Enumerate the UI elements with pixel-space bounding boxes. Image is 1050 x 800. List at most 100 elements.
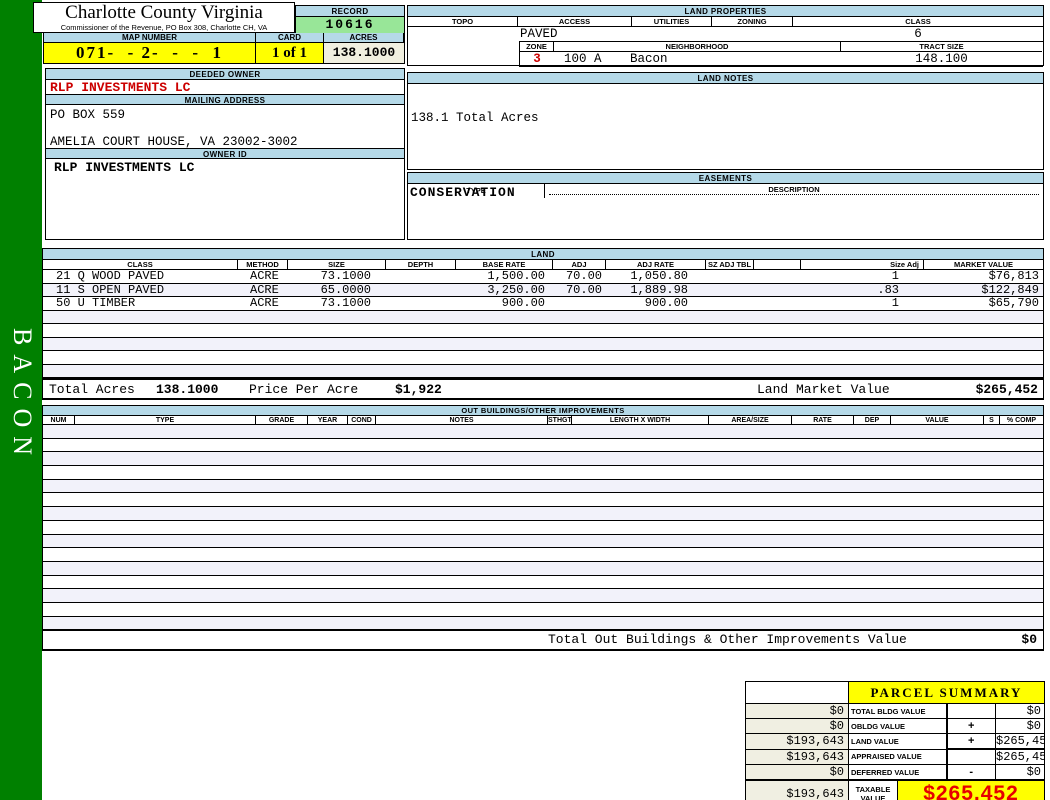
- ob-total-label: Total Out Buildings & Other Improvements…: [548, 631, 907, 649]
- land-empty-row: [43, 351, 1043, 365]
- land-properties-header: LAND PROPERTIES: [408, 6, 1043, 17]
- easements-header: EASEMENTS: [408, 173, 1043, 184]
- utilities-header: UTILITIES: [632, 17, 712, 27]
- land-row-1: 21 Q WOOD PAVED ACRE 73.1000 1,500.00 70…: [43, 270, 1043, 284]
- ps-operator: +: [947, 734, 996, 750]
- land-cell-base-rate: 900.00: [456, 297, 553, 310]
- ob-empty-row: [43, 493, 1043, 507]
- ps-label: OBLDG VALUE: [849, 719, 947, 734]
- ob-col-cond: COND: [348, 416, 376, 425]
- county-header-box: Charlotte County Virginia Commissioner o…: [33, 2, 295, 33]
- ps-value: $265,452: [996, 749, 1045, 765]
- land-cell-sz-adj-tbl: [706, 284, 754, 297]
- ps-prior-value: $0: [746, 704, 849, 719]
- ob-col-notes: NOTES: [376, 416, 548, 425]
- ob-total-value: $0: [1021, 631, 1037, 649]
- ob-col-type: TYPE: [75, 416, 256, 425]
- neighborhood-code: 100 A: [564, 52, 602, 66]
- ps-value: $0: [996, 719, 1045, 734]
- tract-size-value: 148.100: [841, 52, 1042, 66]
- land-cell-method: ACRE: [238, 270, 288, 283]
- land-cell-market-value: $122,849: [924, 284, 1043, 297]
- owner-id-value: RLP INVESTMENTS LC: [46, 159, 404, 174]
- land-cell-method: ACRE: [238, 284, 288, 297]
- easement-row: TYPE CONSERVATION DESCRIPTION: [408, 184, 1043, 198]
- land-section: LAND CLASS METHOD SIZE DEPTH BASE RATE A…: [42, 248, 1044, 400]
- ob-empty-row: [43, 452, 1043, 466]
- zone-values: 3 100 A Bacon 148.100: [520, 52, 1043, 66]
- land-cell-market-value: $65,790: [924, 297, 1043, 310]
- taxable-value: $265,452: [898, 780, 1045, 800]
- land-empty-row: [43, 365, 1043, 379]
- ps-row-taxable: $193,643 TAXABLE VALUE $265,452: [746, 780, 1045, 800]
- land-cell-adj: [553, 297, 606, 310]
- land-cell-size-adj: .83: [801, 284, 924, 297]
- class-value: 6: [793, 27, 1043, 41]
- card-header: CARD: [256, 33, 324, 43]
- land-cell-adj-rate: 900.00: [606, 297, 706, 310]
- ps-operator: -: [947, 765, 996, 781]
- zone-column-headers: ZONE NEIGHBORHOOD TRACT SIZE: [520, 42, 1043, 52]
- land-cell-blank: [754, 297, 801, 310]
- land-col-sz-adj-tbl: SZ ADJ TBL: [706, 260, 754, 270]
- ps-label: DEFERRED VALUE: [849, 765, 947, 781]
- record-value: 10616: [296, 17, 404, 33]
- land-market-value-value: $265,452: [976, 380, 1038, 399]
- land-cell-sz-adj-tbl: [706, 297, 754, 310]
- topo-header: TOPO: [408, 17, 518, 27]
- land-properties-box: LAND PROPERTIES TOPO ACCESS UTILITIES ZO…: [407, 5, 1044, 66]
- out-buildings-column-headers: NUM TYPE GRADE YEAR COND NOTES STHGT LEN…: [43, 416, 1043, 425]
- land-note-text: 138.1 Total Acres: [411, 111, 539, 125]
- land-cell-depth: [386, 297, 456, 310]
- total-acres-value: 138.1000: [156, 380, 218, 399]
- ob-empty-row: [43, 521, 1043, 535]
- neighborhood-name: Bacon: [630, 52, 668, 66]
- ps-blank-cell: [746, 682, 849, 704]
- land-cell-depth: [386, 270, 456, 283]
- ob-col-num: NUM: [43, 416, 75, 425]
- land-col-size-adj: Size Adj: [801, 260, 924, 270]
- land-section-header: LAND: [43, 249, 1043, 260]
- land-cell-base-rate: 3,250.00: [456, 284, 553, 297]
- land-empty-row: [43, 338, 1043, 352]
- land-totals-row: Total Acres 138.1000 Price Per Acre $1,9…: [43, 378, 1043, 398]
- land-cell-blank: [754, 270, 801, 283]
- mailing-address-block: PO BOX 559 AMELIA COURT HOUSE, VA 23002-…: [46, 105, 404, 148]
- mailing-address-header: MAILING ADDRESS: [46, 94, 404, 105]
- land-cell-sz-adj-tbl: [706, 270, 754, 283]
- land-cell-market-value: $76,813: [924, 270, 1043, 283]
- ob-col-rate: RATE: [792, 416, 854, 425]
- land-market-value-label: Land Market Value: [757, 380, 890, 399]
- parcel-summary-header-row: PARCEL SUMMARY: [746, 682, 1045, 704]
- neighborhood-header: NEIGHBORHOOD: [554, 42, 841, 52]
- land-cell-class: 50 U TIMBER: [43, 297, 238, 310]
- land-notes-header: LAND NOTES: [408, 73, 1043, 84]
- ob-empty-row: [43, 480, 1043, 494]
- ob-col-grade: GRADE: [256, 416, 308, 425]
- land-empty-row: [43, 324, 1043, 338]
- ob-empty-row: [43, 617, 1043, 631]
- ps-prior-value: $0: [746, 765, 849, 781]
- land-cell-blank: [754, 284, 801, 297]
- land-row-3: 50 U TIMBER ACRE 73.1000 900.00 900.00 1…: [43, 297, 1043, 311]
- total-acres-label: Total Acres: [49, 380, 135, 399]
- ob-col-area-size: AREA/SIZE: [709, 416, 792, 425]
- ob-col-value: VALUE: [891, 416, 984, 425]
- ps-operator: [947, 749, 996, 765]
- address-line-2: AMELIA COURT HOUSE, VA 23002-3002: [50, 135, 298, 149]
- taxable-value-label: TAXABLE VALUE: [849, 780, 898, 800]
- ob-empty-row: [43, 535, 1043, 549]
- ob-empty-row: [43, 466, 1043, 480]
- land-cell-size-adj: 1: [801, 297, 924, 310]
- ob-col-pct-comp: % COMP: [1000, 416, 1043, 425]
- land-cell-adj-rate: 1,889.98: [606, 284, 706, 297]
- parcel-summary-title: PARCEL SUMMARY: [849, 682, 1045, 704]
- ps-operator: [947, 704, 996, 719]
- ob-col-s: S: [984, 416, 1000, 425]
- zoning-header: ZONING: [712, 17, 793, 27]
- neighborhood-sidebar-label: BACON: [7, 328, 37, 464]
- out-buildings-section: OUT BUILDINGS/OTHER IMPROVEMENTS NUM TYP…: [42, 405, 1044, 651]
- acres-header: ACRES: [324, 33, 404, 43]
- commissioner-line: Commissioner of the Revenue, PO Box 308,…: [34, 23, 294, 32]
- ob-col-length-width: LENGTH X WIDTH: [572, 416, 709, 425]
